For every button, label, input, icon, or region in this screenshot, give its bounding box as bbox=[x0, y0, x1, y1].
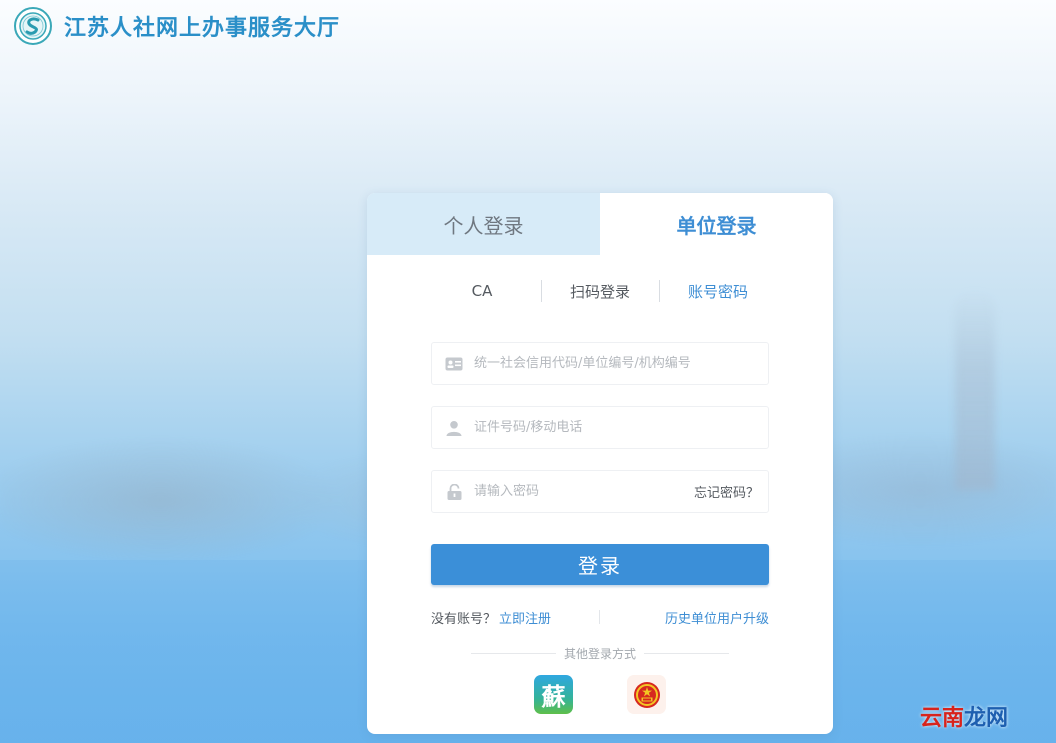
national-emblem-icon[interactable] bbox=[627, 675, 666, 714]
login-method-tabs: CA 扫码登录 账号密码 bbox=[367, 271, 833, 311]
watermark-part-1: 云南 bbox=[920, 706, 965, 731]
forgot-password-link[interactable]: 忘记密码？ bbox=[694, 482, 759, 501]
site-watermark: 云南龙网 bbox=[920, 700, 1008, 732]
id-card-icon bbox=[444, 354, 464, 374]
tab-qr-login[interactable]: 扫码登录 bbox=[542, 281, 659, 302]
tab-organization-login[interactable]: 单位登录 bbox=[600, 193, 833, 255]
cert-number-field bbox=[431, 406, 769, 449]
jiangsu-hrss-logo-icon[interactable] bbox=[14, 7, 52, 45]
login-type-tabs: 个人登录 单位登录 bbox=[367, 193, 833, 255]
tab-ca[interactable]: CA bbox=[424, 282, 541, 300]
password-field: 忘记密码？ bbox=[431, 470, 769, 513]
alt-login-icons: 蘇 bbox=[367, 675, 833, 715]
user-icon bbox=[444, 418, 464, 438]
other-login-methods-heading: 其他登录方式 bbox=[471, 645, 730, 662]
lock-icon bbox=[444, 482, 464, 502]
divider-line bbox=[471, 653, 556, 654]
tab-personal-login[interactable]: 个人登录 bbox=[367, 193, 600, 255]
site-title: 江苏人社网上办事服务大厅 bbox=[64, 15, 341, 41]
login-page: 江苏人社网上办事服务大厅 个人登录 单位登录 CA 扫码登录 账号密码 统一社会… bbox=[0, 0, 1056, 743]
no-account-text: 没有账号？ bbox=[431, 611, 497, 627]
su-service-app-icon[interactable]: 蘇 bbox=[534, 675, 573, 714]
site-header: 江苏人社网上办事服务大厅 bbox=[14, 6, 340, 46]
links-divider bbox=[599, 610, 601, 624]
cert-number-input[interactable] bbox=[472, 419, 768, 436]
background-tower bbox=[955, 290, 995, 490]
watermark-part-2: 龙网 bbox=[964, 706, 1009, 731]
login-button[interactable]: 登录 bbox=[431, 544, 769, 585]
password-input[interactable] bbox=[472, 483, 694, 500]
login-card: 个人登录 单位登录 CA 扫码登录 账号密码 统一社会信用代码/单位编号/机构编… bbox=[367, 193, 833, 734]
org-code-field bbox=[431, 342, 769, 385]
tab-account-password[interactable]: 账号密码 bbox=[660, 281, 777, 302]
divider-line bbox=[644, 653, 730, 654]
legacy-upgrade-link[interactable]: 历史单位用户升级 bbox=[665, 608, 769, 627]
account-links: 没有账号？ 立即注册 历史单位用户升级 bbox=[431, 607, 769, 627]
register-link[interactable]: 立即注册 bbox=[499, 608, 551, 627]
other-login-methods-label: 其他登录方式 bbox=[564, 647, 637, 661]
org-code-input[interactable] bbox=[472, 355, 768, 372]
